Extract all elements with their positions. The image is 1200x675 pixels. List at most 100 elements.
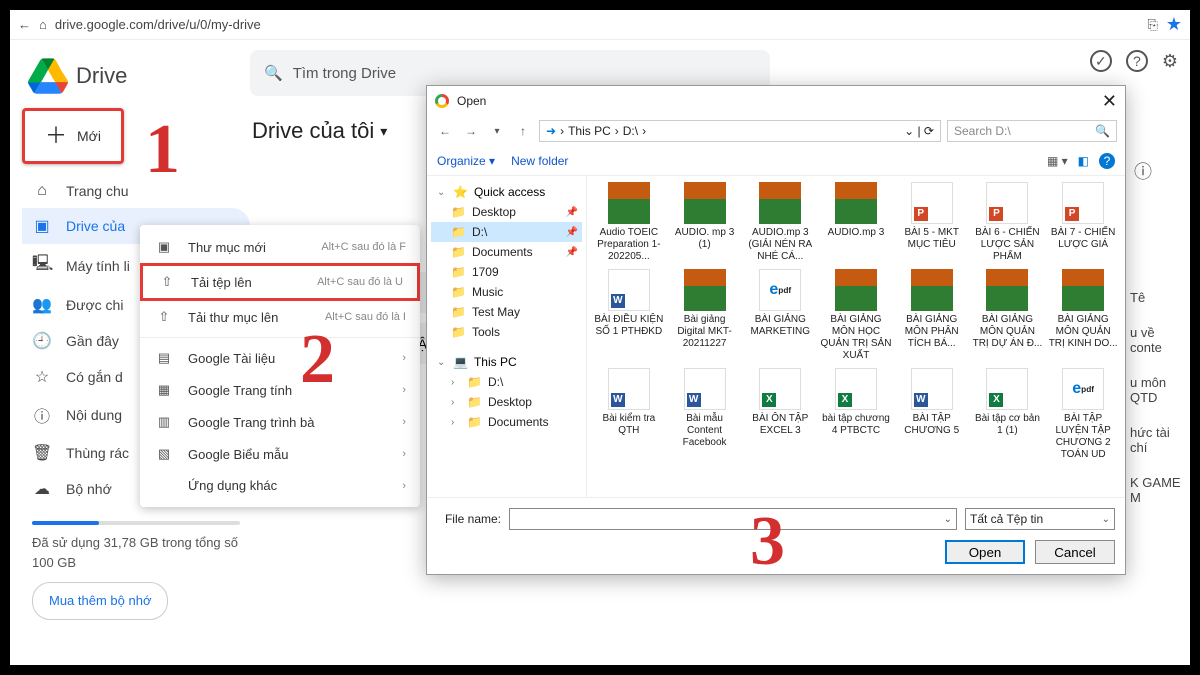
menu-item[interactable]: ▣Thư mục mớiAlt+C sau đó là F bbox=[140, 231, 420, 263]
cancel-button[interactable]: Cancel bbox=[1035, 540, 1115, 564]
file-item[interactable]: BÀI TẬP CHƯƠNG 5 bbox=[896, 368, 968, 461]
file-item[interactable]: epdfBÀI TẬP LUYỆN TẬP CHƯƠNG 2 TOÁN UD bbox=[1047, 368, 1119, 461]
nav-up-icon[interactable]: ↑ bbox=[513, 124, 533, 138]
dialog-search[interactable]: Search D:\ 🔍 bbox=[947, 120, 1117, 142]
install-icon[interactable]: ⎘ bbox=[1147, 17, 1157, 33]
file-item[interactable]: BÀI GIẢNG MÔN QUẢN TRỊ DỰ ÁN Đ... bbox=[972, 269, 1044, 362]
organize-button[interactable]: Organize ▾ bbox=[437, 154, 495, 168]
nav-icon: ☁ bbox=[32, 479, 52, 499]
nav-icon: 🕘 bbox=[32, 331, 52, 351]
open-button[interactable]: Open bbox=[945, 540, 1025, 564]
menu-item[interactable]: Ứng dụng khác› bbox=[140, 470, 420, 501]
menu-item[interactable]: ⇧Tải thư mục lênAlt+C sau đó là I bbox=[140, 301, 420, 333]
ready-icon[interactable]: ✓ bbox=[1090, 50, 1112, 72]
tree-node[interactable]: 📁1709 bbox=[431, 262, 582, 282]
file-item[interactable]: BÀI 6 - CHIẾN LƯỢC SẢN PHẨM bbox=[972, 182, 1044, 263]
crumb-seg[interactable]: › bbox=[615, 124, 619, 138]
file-item[interactable]: Audio TOEIC Preparation 1-202205... bbox=[593, 182, 665, 263]
file-item[interactable]: Bài tập cơ bản 1 (1) bbox=[972, 368, 1044, 461]
file-item[interactable]: BÀI ĐIỀU KIỆN SỐ 1 PTHĐKD bbox=[593, 269, 665, 362]
menu-item[interactable]: ▤Google Tài liệu› bbox=[140, 342, 420, 374]
chevron-down-icon[interactable]: ⌄ bbox=[1102, 514, 1110, 525]
file-label: BÀI GIẢNG MÔN PHÂN TÍCH BÁ... bbox=[896, 314, 968, 350]
tree-node[interactable]: 📁Desktop📌 bbox=[431, 202, 582, 222]
file-item[interactable]: Bài giảng Digital MKT-20211227 bbox=[669, 269, 741, 362]
crumb-dropdown-icon[interactable]: ⌄ | ⟳ bbox=[904, 124, 934, 138]
help-icon[interactable]: ? bbox=[1126, 50, 1148, 72]
tree-node[interactable]: ›📁Documents bbox=[431, 412, 582, 432]
file-thumb bbox=[835, 269, 877, 311]
nav-back-icon[interactable]: ← bbox=[435, 124, 455, 138]
nav-label: Máy tính li bbox=[66, 258, 130, 274]
settings-icon[interactable]: ⚙ bbox=[1162, 51, 1178, 72]
bookmark-star-icon[interactable]: ★ bbox=[1166, 14, 1182, 35]
tree-node[interactable]: 📁Test May bbox=[431, 302, 582, 322]
menu-item[interactable]: ▦Google Trang tính› bbox=[140, 374, 420, 406]
tree-node[interactable]: ›📁D:\ bbox=[431, 372, 582, 392]
file-thumb: epdf bbox=[759, 269, 801, 311]
view-mode-icon[interactable]: ▦ ▾ bbox=[1047, 154, 1068, 168]
chevron-down-icon[interactable]: ▾ bbox=[380, 123, 387, 140]
sidebar-item[interactable]: ⌂Trang chu bbox=[22, 174, 250, 208]
crumb-seg[interactable]: D:\ bbox=[623, 124, 638, 138]
crumb-seg[interactable]: This PC bbox=[568, 124, 611, 138]
file-item[interactable]: Bài kiểm tra QTH bbox=[593, 368, 665, 461]
cut-off-list: Têu về conteu môn QTDhức tài chíK GAME M bbox=[1130, 290, 1190, 505]
file-item[interactable]: BÀI GIẢNG MÔN HỌC QUẢN TRỊ SẢN XUẤT bbox=[820, 269, 892, 362]
tree-node[interactable]: 📁D:\📌 bbox=[431, 222, 582, 242]
file-label: Bài giảng Digital MKT-20211227 bbox=[669, 314, 741, 350]
back-icon[interactable]: ← bbox=[18, 17, 31, 32]
folder-tree: ⌄⭐Quick access📁Desktop📌📁D:\📌📁Documents📌📁… bbox=[427, 176, 587, 497]
info-icon[interactable]: ⓘ bbox=[1134, 158, 1152, 184]
file-item[interactable]: AUDIO.mp 3 bbox=[820, 182, 892, 263]
dialog-search-placeholder: Search D:\ bbox=[954, 124, 1011, 138]
nav-recent-icon[interactable]: ▾ bbox=[487, 126, 507, 137]
tree-node[interactable]: 📁Music bbox=[431, 282, 582, 302]
menu-item-label: Google Trang trình bà bbox=[188, 415, 314, 430]
file-thumb bbox=[1062, 182, 1104, 224]
new-folder-button[interactable]: New folder bbox=[511, 154, 568, 168]
tree-node[interactable]: ›📁Desktop bbox=[431, 392, 582, 412]
tree-node[interactable]: 📁Tools bbox=[431, 322, 582, 342]
menu-item-label: Thư mục mới bbox=[188, 240, 266, 255]
file-thumb bbox=[684, 368, 726, 410]
file-item[interactable]: AUDIO. mp 3 (1) bbox=[669, 182, 741, 263]
lock-icon: ⌂ bbox=[39, 17, 47, 32]
file-item[interactable]: bài tập chương 4 PTBCTC bbox=[820, 368, 892, 461]
file-item[interactable]: BÀI 7 - CHIẾN LƯỢC GIÁ bbox=[1047, 182, 1119, 263]
file-item[interactable]: AUDIO.mp 3 (GIẢI NÉN RA NHÉ CÁ... bbox=[744, 182, 816, 263]
preview-pane-icon[interactable]: ◧ bbox=[1078, 154, 1089, 168]
nav-forward-icon[interactable]: → bbox=[461, 124, 481, 138]
file-item[interactable]: BÀI 5 - MKT MỤC TIÊU bbox=[896, 182, 968, 263]
file-name-input[interactable]: ⌄ bbox=[509, 508, 957, 530]
menu-item[interactable]: ▧Google Biểu mẫu› bbox=[140, 438, 420, 470]
close-icon[interactable]: ✕ bbox=[1102, 91, 1117, 112]
file-thumb bbox=[608, 269, 650, 311]
tree-node[interactable]: 📁Documents📌 bbox=[431, 242, 582, 262]
file-item[interactable]: BÀI ÔN TẬP EXCEL 3 bbox=[744, 368, 816, 461]
file-item[interactable]: BÀI GIẢNG MÔN QUẢN TRỊ KINH DO... bbox=[1047, 269, 1119, 362]
crumb-seg[interactable]: › bbox=[642, 124, 646, 138]
new-button[interactable]: ＋ Mới bbox=[22, 108, 124, 164]
buy-storage-button[interactable]: Mua thêm bộ nhớ bbox=[32, 582, 168, 620]
menu-item[interactable]: ⇧Tải tệp lênAlt+C sau đó là U bbox=[140, 263, 420, 301]
tree-node[interactable]: ⌄💻This PC bbox=[431, 352, 582, 372]
storage-section: Đã sử dụng 31,78 GB trong tổng số 100 GB… bbox=[22, 507, 250, 620]
file-type-filter[interactable]: Tất cả Tệp tin ⌄ bbox=[965, 508, 1115, 530]
file-thumb bbox=[608, 368, 650, 410]
submenu-arrow-icon: › bbox=[402, 448, 406, 460]
tree-label: Desktop bbox=[472, 205, 516, 219]
menu-item[interactable]: ▥Google Trang trình bà› bbox=[140, 406, 420, 438]
nav-label: Gần đây bbox=[66, 333, 119, 349]
breadcrumb[interactable]: ➜ › This PC › D:\ › ⌄ | ⟳ bbox=[539, 120, 941, 142]
dialog-help-icon[interactable]: ? bbox=[1099, 153, 1115, 169]
nav-icon: ☆ bbox=[32, 367, 52, 387]
nav-label: Thùng rác bbox=[66, 445, 129, 461]
url-text[interactable]: drive.google.com/drive/u/0/my-drive bbox=[55, 17, 1140, 32]
tree-node[interactable]: ⌄⭐Quick access bbox=[431, 182, 582, 202]
chevron-down-icon[interactable]: ⌄ bbox=[944, 514, 952, 525]
crumb-seg[interactable]: › bbox=[560, 124, 564, 138]
file-item[interactable]: Bài mẫu Content Facebook bbox=[669, 368, 741, 461]
file-item[interactable]: epdfBÀI GIẢNG MARKETING bbox=[744, 269, 816, 362]
file-item[interactable]: BÀI GIẢNG MÔN PHÂN TÍCH BÁ... bbox=[896, 269, 968, 362]
